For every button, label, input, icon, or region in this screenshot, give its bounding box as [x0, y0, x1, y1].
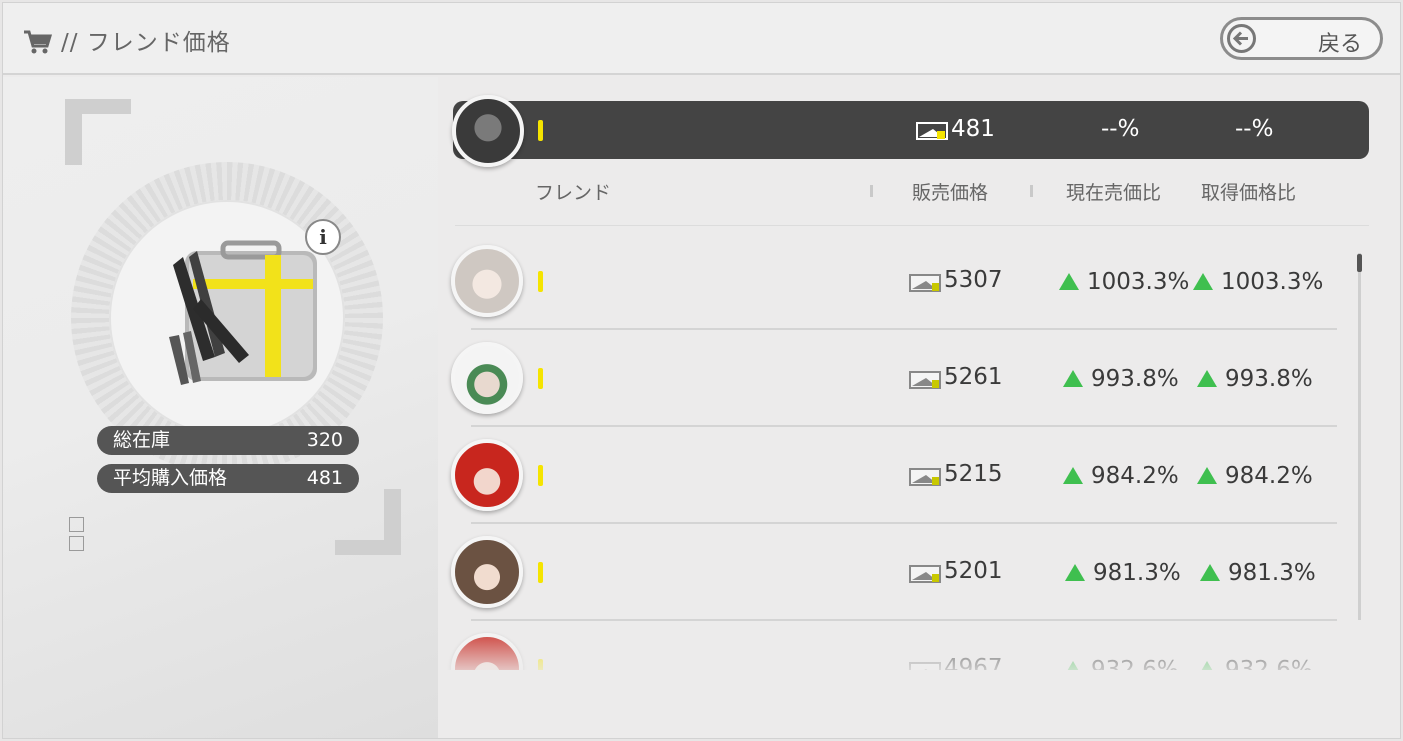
up-arrow-icon — [1197, 370, 1217, 387]
friend-acquired-ratio: 993.8% — [1197, 366, 1313, 392]
friend-row[interactable]: 5201 981.3% 981.3% — [443, 524, 1353, 621]
corner-bracket-icon — [335, 489, 401, 555]
avg-purchase-price-stat: 平均購入価格 481 — [97, 464, 359, 493]
up-arrow-icon — [1059, 273, 1079, 290]
up-arrow-icon — [1063, 467, 1083, 484]
friend-price-screen: // フレンド価格 戻る i 総在庫 320 平均購入価格 481 481 --… — [2, 2, 1401, 739]
name-marker — [538, 659, 543, 670]
friend-avatar[interactable] — [451, 536, 523, 608]
currency-icon — [909, 565, 941, 583]
player-avatar[interactable] — [452, 95, 524, 167]
stat-label: 総在庫 — [113, 429, 171, 451]
name-marker — [538, 465, 543, 486]
back-button[interactable]: 戻る — [1220, 17, 1383, 60]
friend-current-ratio: 1003.3% — [1059, 269, 1189, 295]
friend-acquired-ratio: 981.3% — [1200, 560, 1316, 586]
self-price-row: 481 --% --% — [453, 101, 1369, 159]
name-marker — [538, 271, 543, 292]
item-info-button[interactable]: i — [305, 219, 341, 255]
friend-price: 5307 — [944, 267, 1003, 293]
corner-bracket-icon — [65, 99, 131, 165]
currency-icon — [916, 122, 948, 140]
scrollbar-thumb[interactable] — [1357, 254, 1362, 272]
friend-row[interactable]: 5307 1003.3% 1003.3% — [443, 233, 1353, 330]
column-acquired-ratio[interactable]: 取得価格比 — [1201, 178, 1296, 205]
currency-icon — [909, 662, 941, 670]
header: // フレンド価格 戻る — [3, 3, 1400, 75]
up-arrow-icon — [1063, 370, 1083, 387]
currency-icon — [909, 371, 941, 389]
friend-row[interactable]: 5261 993.8% 993.8% — [443, 330, 1353, 427]
column-divider — [870, 185, 873, 197]
name-marker — [538, 120, 543, 141]
friend-price: 5215 — [944, 461, 1003, 487]
friend-avatar[interactable] — [451, 439, 523, 511]
friend-current-ratio: 984.2% — [1063, 463, 1179, 489]
friend-current-ratio: 981.3% — [1065, 560, 1181, 586]
friend-row[interactable]: 5215 984.2% 984.2% — [443, 427, 1353, 524]
currency-icon — [909, 274, 941, 292]
friend-row[interactable]: 4967 932.6% 932.6% — [443, 621, 1353, 670]
up-arrow-icon — [1193, 273, 1213, 290]
self-acquired-ratio: --% — [1235, 116, 1274, 142]
up-arrow-icon — [1065, 564, 1085, 581]
name-marker — [538, 562, 543, 583]
friend-current-ratio: 993.8% — [1063, 366, 1179, 392]
friend-acquired-ratio: 1003.3% — [1193, 269, 1323, 295]
stat-label: 平均購入価格 — [113, 467, 228, 489]
friend-avatar[interactable] — [451, 633, 523, 670]
column-divider — [1030, 185, 1033, 197]
back-button-label: 戻る — [1317, 32, 1362, 57]
scrollbar-track[interactable] — [1358, 253, 1361, 620]
friend-acquired-ratio: 932.6% — [1197, 657, 1313, 670]
friend-current-ratio: 932.6% — [1063, 657, 1179, 670]
friend-acquired-ratio: 984.2% — [1197, 463, 1313, 489]
toolbox-item-icon — [169, 240, 317, 385]
column-friend: フレンド — [535, 182, 612, 204]
friend-list[interactable]: 5307 1003.3% 1003.3% 5261 993.8% 993.8% — [443, 233, 1353, 670]
page-title: // フレンド価格 — [61, 30, 231, 56]
stat-value: 320 — [306, 429, 343, 451]
cart-icon — [24, 30, 53, 54]
up-arrow-icon — [1200, 564, 1220, 581]
up-arrow-icon — [1197, 661, 1217, 670]
currency-icon — [909, 468, 941, 486]
friend-price: 5201 — [944, 558, 1003, 584]
stat-value: 481 — [306, 467, 343, 489]
header-divider — [455, 225, 1369, 226]
square-icon — [69, 536, 84, 551]
friend-avatar[interactable] — [451, 342, 523, 414]
column-current-ratio[interactable]: 現在売価比 — [1066, 178, 1161, 205]
friend-price: 5261 — [944, 364, 1003, 390]
item-panel: i 総在庫 320 平均購入価格 481 — [3, 77, 438, 738]
total-stock-stat: 総在庫 320 — [97, 426, 359, 455]
self-price: 481 — [951, 116, 995, 142]
friend-avatar[interactable] — [451, 245, 523, 317]
column-price[interactable]: 販売価格 — [912, 178, 988, 205]
friend-price: 4967 — [944, 655, 1003, 670]
up-arrow-icon — [1197, 467, 1217, 484]
square-icon — [69, 517, 84, 532]
up-arrow-icon — [1063, 661, 1083, 670]
back-arrow-icon — [1227, 24, 1256, 53]
name-marker — [538, 368, 543, 389]
self-current-ratio: --% — [1101, 116, 1140, 142]
